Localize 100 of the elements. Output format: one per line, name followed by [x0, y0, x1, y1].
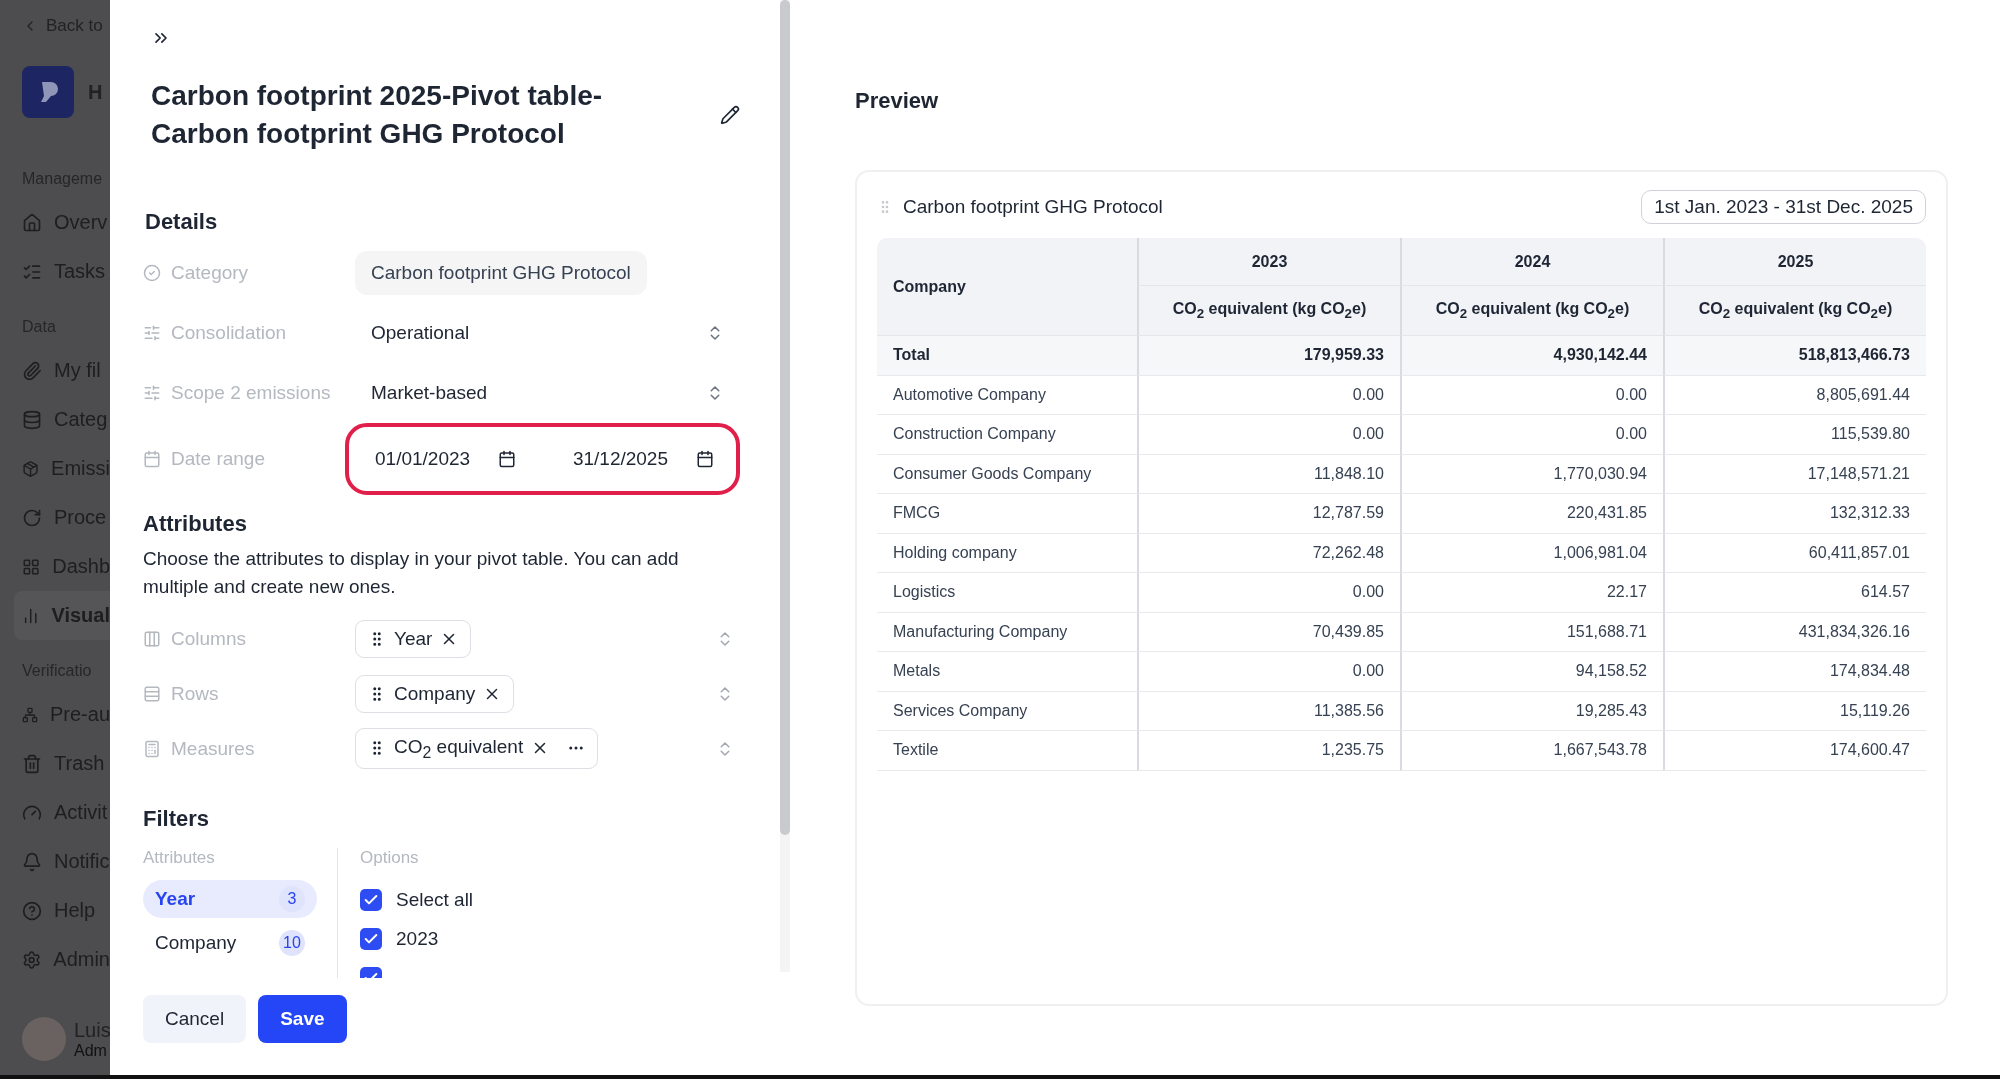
check-circle-icon: [143, 264, 161, 282]
attribute-chip[interactable]: Company: [355, 674, 515, 713]
table-cell: 431,834,326.16: [1663, 612, 1926, 652]
trash-icon: [22, 753, 42, 774]
grid-icon: [22, 556, 41, 577]
field-label: Rows: [143, 682, 355, 705]
calendar-icon: [143, 450, 161, 468]
description-text: Choose the attributes to display in your pivot table. You can add multiple and create new ones.: [143, 547, 680, 599]
table-cell: 94,158.52: [1400, 652, 1663, 692]
page-title: Carbon footprint 2025-Pivot table-Carbon footprint GHG Protocol: [151, 79, 604, 151]
user-role: Adm: [74, 1041, 108, 1060]
box-icon: [22, 458, 40, 479]
column-header: Company: [877, 238, 1137, 336]
section-heading: Details: [145, 209, 219, 235]
cancel-button[interactable]: Cancel: [143, 995, 247, 1043]
column-header: CO$_{2}$ equivalent (kg CO$_{2}$e): [1137, 286, 1400, 336]
option-label: Select all: [396, 888, 474, 911]
checkbox[interactable]: [360, 927, 382, 950]
table-cell: 518,813,466.73: [1663, 336, 1926, 376]
database-icon: [22, 409, 42, 430]
table-cell: 1,667,543.78: [1400, 731, 1663, 771]
attribute-chip[interactable]: Year: [355, 619, 472, 658]
field-label: Columns: [143, 627, 355, 650]
table-cell: 17,148,571.21: [1663, 454, 1926, 494]
table-cell: 1,006,981.04: [1400, 533, 1663, 573]
checkbox[interactable]: [360, 888, 382, 911]
sliders-icon: [143, 384, 161, 402]
table-cell: 614.57: [1663, 573, 1926, 613]
refresh-icon: [22, 507, 42, 528]
table-cell: 12,787.59: [1137, 494, 1400, 534]
table-cell: Total: [877, 336, 1137, 376]
table-cell: 151,688.71: [1400, 612, 1663, 652]
save-button[interactable]: Save: [258, 995, 347, 1043]
table-cell: 174,600.47: [1663, 731, 1926, 771]
table-cell: 0.00: [1137, 652, 1400, 692]
select-field[interactable]: Operational: [355, 311, 740, 355]
table-cell: 0.00: [1400, 415, 1663, 455]
settings-icon: [22, 949, 42, 970]
column-header: CO$_{2}$ equivalent (kg CO$_{2}$e): [1663, 286, 1926, 336]
table-cell: 60,411,857.01: [1663, 533, 1926, 573]
date-range-badge: 1st Jan. 2023 - 31st Dec. 2025: [1641, 190, 1926, 224]
field-label: Category: [143, 262, 355, 284]
table-cell: 0.00: [1137, 375, 1400, 415]
columns-icon: [143, 629, 161, 648]
table-cell: 8,805,691.44: [1663, 375, 1926, 415]
option-label: 2023: [396, 927, 439, 950]
table-cell: 1,235.75: [1137, 731, 1400, 771]
column-header: 2024: [1400, 238, 1663, 286]
bell-icon: [22, 851, 42, 872]
table-cell: 0.00: [1400, 375, 1663, 415]
card-title: Carbon footprint GHG Protocol: [903, 196, 1163, 218]
table-cell: 15,119.26: [1663, 691, 1926, 731]
table-cell: 70,439.85: [1137, 612, 1400, 652]
table-cell: 174,834.48: [1663, 652, 1926, 692]
preview-heading: Preview: [855, 88, 940, 114]
field-label: Date range: [143, 448, 355, 470]
column-label: Options: [360, 848, 420, 868]
table-cell: 11,848.10: [1137, 454, 1400, 494]
calendar-icon: [498, 450, 517, 468]
table-cell: 0.00: [1137, 415, 1400, 455]
table-cell: 4,930,142.44: [1400, 336, 1663, 376]
column-header: 2025: [1663, 238, 1926, 286]
column-header: 2023: [1137, 238, 1400, 286]
avatar: [22, 1017, 66, 1061]
filter-attribute[interactable]: Year 3: [143, 880, 317, 918]
table-cell: 132,312.33: [1663, 494, 1926, 534]
calculator-icon: [143, 739, 161, 758]
calendar-icon: [696, 450, 714, 468]
table-cell: 115,539.80: [1663, 415, 1926, 455]
count-badge: 10: [279, 930, 305, 956]
table-cell: 0.00: [1137, 573, 1400, 613]
field-label: Scope 2 emissions: [143, 382, 355, 404]
table-cell: 1,770,030.94: [1400, 454, 1663, 494]
table-cell: 11,385.56: [1137, 691, 1400, 731]
count-badge: 3: [279, 886, 305, 912]
attribute-chip[interactable]: CO$_{2}$ equivalent: [355, 727, 599, 770]
help-icon: [22, 900, 42, 921]
table-cell: 22.17: [1400, 573, 1663, 613]
table-cell: 179,959.33: [1137, 336, 1400, 376]
pencil-icon[interactable]: [720, 105, 740, 125]
column-header: CO$_{2}$ equivalent (kg CO$_{2}$e): [1400, 286, 1663, 336]
table-cell: 220,431.85: [1400, 494, 1663, 534]
paperclip-icon: [22, 360, 42, 381]
category-value: Carbon footprint GHG Protocol: [355, 251, 647, 295]
end-date-field[interactable]: 31/12/2025: [572, 448, 714, 470]
rows-icon: [143, 684, 161, 703]
section-heading: Filters: [143, 806, 211, 832]
table-cell: 72,262.48: [1137, 533, 1400, 573]
section-heading: Attributes: [143, 511, 248, 537]
nav-item[interactable]: Visual: [14, 591, 110, 640]
table-cell: 19,285.43: [1400, 691, 1663, 731]
filter-attribute[interactable]: Company 10: [143, 924, 317, 962]
field-label: Consolidation: [143, 322, 355, 344]
home-icon: [22, 212, 42, 233]
app-logo: [22, 66, 74, 118]
sliders-icon: [143, 324, 161, 342]
start-date-field[interactable]: 01/01/2023: [375, 448, 517, 470]
scrollbar[interactable]: [780, 0, 790, 972]
select-field[interactable]: Market-based: [355, 371, 740, 415]
field-label: Measures: [143, 737, 355, 760]
